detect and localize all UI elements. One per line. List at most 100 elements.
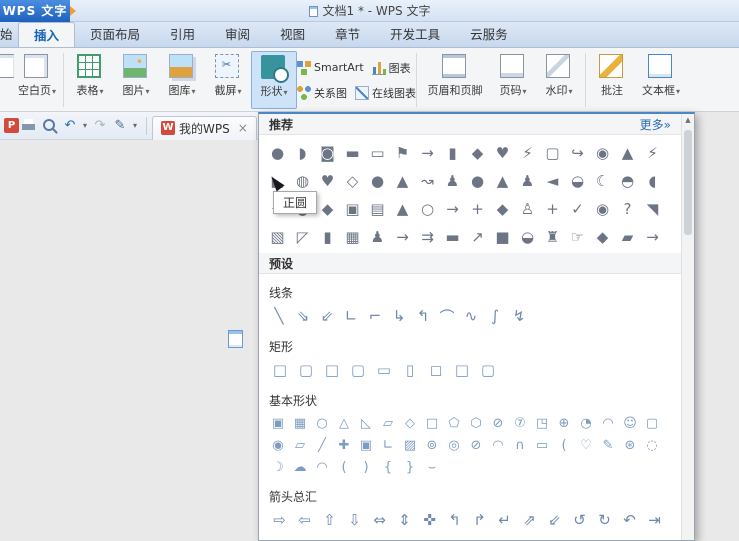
shape-icon[interactable]: ◠ <box>597 412 619 434</box>
shape-icon[interactable]: → <box>415 139 440 167</box>
shape-icon[interactable]: ▢ <box>540 139 565 167</box>
shape-icon[interactable]: ↗ <box>465 223 490 251</box>
shape-icon[interactable]: ☽ <box>267 456 289 478</box>
close-icon[interactable]: × <box>238 121 248 135</box>
shape-icon[interactable]: ◓ <box>615 167 640 195</box>
shape-icon[interactable]: ⑦ <box>509 412 531 434</box>
watermark-button[interactable]: 水印▾ <box>536 51 582 109</box>
toolbar-customize-icon[interactable]: ▾ <box>131 117 139 135</box>
shape-icon[interactable]: ▲ <box>490 167 515 195</box>
undo-dropdown-icon[interactable]: ▾ <box>81 117 89 135</box>
shape-icon[interactable]: ✜ <box>417 508 442 532</box>
shape-icon[interactable]: ⇗ <box>517 508 542 532</box>
shape-icon[interactable]: ◻ <box>423 358 449 382</box>
shape-icon[interactable]: ◔ <box>575 412 597 434</box>
shape-icon[interactable]: ◖ <box>640 167 665 195</box>
shape-icon[interactable]: ⇥ <box>642 508 667 532</box>
shape-icon[interactable]: ◉ <box>267 434 289 456</box>
ribbon-tab-页面布局[interactable]: 页面布局 <box>75 22 155 47</box>
shape-icon[interactable]: ▢ <box>345 358 371 382</box>
shape-icon[interactable]: → <box>640 223 665 251</box>
shape-icon[interactable]: ↳ <box>387 304 411 328</box>
shapes-button[interactable]: 形状▾ <box>251 51 297 109</box>
shape-icon[interactable]: ▱ <box>289 434 311 456</box>
ribbon-tab-云服务[interactable]: 云服务 <box>455 22 523 47</box>
shape-icon[interactable]: ◇ <box>340 167 365 195</box>
shape-icon[interactable]: ⊚ <box>421 434 443 456</box>
shape-icon[interactable]: ▬ <box>340 139 365 167</box>
shape-icon[interactable]: ▲ <box>390 195 415 223</box>
shape-icon[interactable]: ▰ <box>615 223 640 251</box>
shape-icon[interactable]: ☞ <box>565 223 590 251</box>
shape-icon[interactable]: ◸ <box>290 223 315 251</box>
shape-icon[interactable]: → <box>440 195 465 223</box>
screenshot-button[interactable]: ✂ 截屏▾ <box>205 51 251 109</box>
shape-icon[interactable]: ▭ <box>365 139 390 167</box>
shape-icon[interactable]: ☾ <box>590 167 615 195</box>
shape-icon[interactable]: ♡ <box>575 434 597 456</box>
shape-icon[interactable]: ↰ <box>442 508 467 532</box>
chart-button[interactable]: 图表 <box>372 60 411 76</box>
online-chart-button[interactable]: 在线图表 <box>355 85 416 101</box>
shape-icon[interactable]: ✓ <box>565 195 590 223</box>
shape-icon[interactable]: ● <box>465 167 490 195</box>
ribbon-tab-插入[interactable]: 插入 <box>18 22 75 47</box>
shape-icon[interactable]: ○ <box>415 195 440 223</box>
shape-icon[interactable]: ♙ <box>515 195 540 223</box>
ribbon-tab-视图[interactable]: 视图 <box>265 22 320 47</box>
shape-icon[interactable]: ( <box>553 434 575 456</box>
shape-icon[interactable]: ● <box>365 167 390 195</box>
shape-icon[interactable]: ◉ <box>590 139 615 167</box>
ribbon-tab-审阅[interactable]: 审阅 <box>210 22 265 47</box>
shape-icon[interactable]: ◥ <box>640 195 665 223</box>
shape-icon[interactable]: ⬠ <box>443 412 465 434</box>
shape-icon[interactable]: ◇ <box>399 412 421 434</box>
shape-icon[interactable]: ✚ <box>333 434 355 456</box>
textbox-button[interactable]: 文本框▾ <box>635 51 687 109</box>
more-shapes-link[interactable]: 更多» <box>640 116 671 133</box>
shape-icon[interactable]: ▭ <box>531 434 553 456</box>
shape-icon[interactable]: ◆ <box>465 139 490 167</box>
shape-icon[interactable]: ↰ <box>411 304 435 328</box>
shape-icon[interactable]: ╲ <box>267 304 291 328</box>
shape-icon[interactable]: ↪ <box>565 139 590 167</box>
blank-page-button[interactable]: 空白页▾ <box>14 51 60 109</box>
shape-icon[interactable]: ▢ <box>475 358 501 382</box>
page-number-button[interactable]: 页码▾ <box>490 51 536 109</box>
shape-icon[interactable]: ⇔ <box>367 508 392 532</box>
shape-icon[interactable]: ♟ <box>440 167 465 195</box>
redo-icon[interactable]: ↷ <box>91 117 109 135</box>
shape-icon[interactable]: ■ <box>490 223 515 251</box>
scrollbar-thumb[interactable] <box>684 130 692 235</box>
shape-icon[interactable]: ○ <box>311 412 333 434</box>
shape-icon[interactable]: ◌ <box>641 434 663 456</box>
shape-icon[interactable]: ⚡ <box>515 139 540 167</box>
shape-icon[interactable]: ◒ <box>515 223 540 251</box>
print-icon[interactable] <box>21 117 39 135</box>
shape-icon[interactable]: ↝ <box>415 167 440 195</box>
insert-picture-button[interactable]: 图片▾ <box>113 51 159 109</box>
ribbon-tab-始[interactable]: 始 <box>0 22 18 47</box>
shape-icon[interactable]: ⌐ <box>363 304 387 328</box>
shape-icon[interactable]: ▱ <box>377 412 399 434</box>
shape-icon[interactable]: ▦ <box>289 412 311 434</box>
shape-icon[interactable]: ☁ <box>289 456 311 478</box>
shape-icon[interactable]: + <box>540 195 565 223</box>
shape-icon[interactable]: ▦ <box>340 223 365 251</box>
insert-gallery-button[interactable]: 图库▾ <box>159 51 205 109</box>
shape-icon[interactable]: { <box>377 456 399 478</box>
wps-home-tab[interactable]: W 我的WPS × <box>152 116 257 140</box>
shape-icon[interactable]: □ <box>319 358 345 382</box>
shape-icon[interactable]: ▬ <box>440 223 465 251</box>
shape-icon[interactable]: ⬡ <box>465 412 487 434</box>
shape-icon[interactable]: ◒ <box>565 167 590 195</box>
shape-icon[interactable]: ▣ <box>267 412 289 434</box>
shape-icon[interactable]: ⇉ <box>415 223 440 251</box>
shape-icon[interactable]: ↶ <box>617 508 642 532</box>
shape-icon[interactable]: ▮ <box>440 139 465 167</box>
shape-icon[interactable]: ◠ <box>487 434 509 456</box>
shape-icon[interactable]: ▤ <box>365 195 390 223</box>
shape-icon[interactable]: ↱ <box>467 508 492 532</box>
shape-icon[interactable]: ∿ <box>459 304 483 328</box>
shape-icon[interactable]: ↵ <box>492 508 517 532</box>
